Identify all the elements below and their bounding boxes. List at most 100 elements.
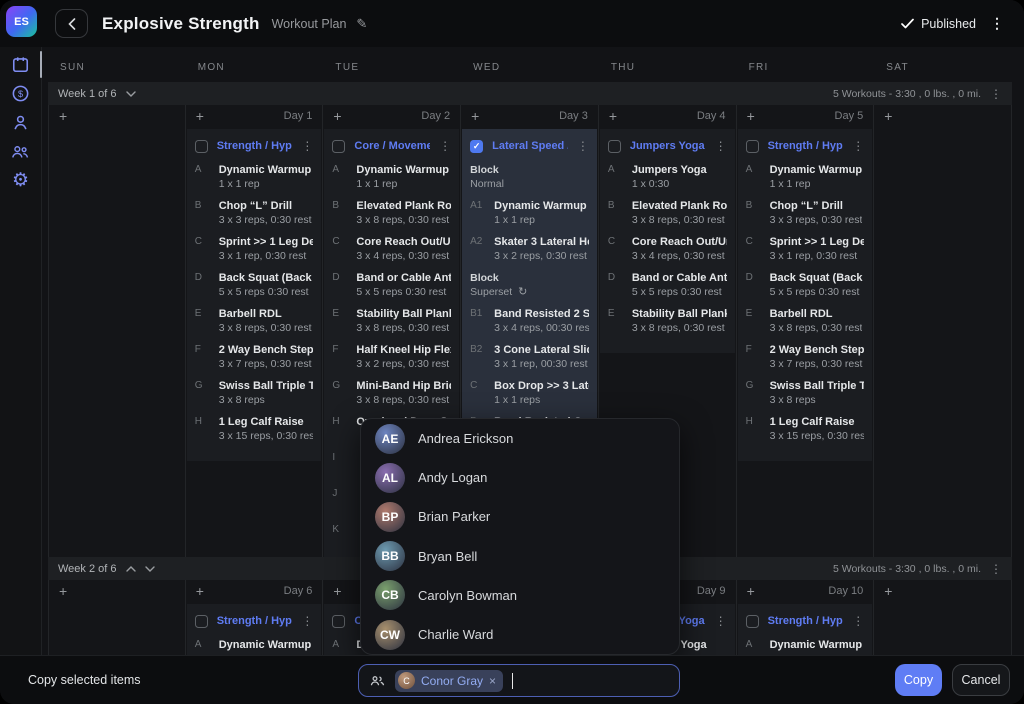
workout-menu-icon[interactable]: ⋮ [577, 139, 589, 153]
workout-menu-icon[interactable]: ⋮ [852, 139, 864, 153]
workout-menu-icon[interactable]: ⋮ [852, 614, 864, 628]
week-collapse-up-button[interactable] [126, 566, 136, 572]
week-label: Week 2 of 6 [58, 563, 117, 575]
calendar-icon [11, 55, 30, 74]
week-collapse-down-button[interactable] [145, 566, 155, 572]
athlete-list-item[interactable]: AEAndrea Erickson [361, 419, 679, 458]
workout-checkbox[interactable] [195, 140, 208, 153]
exercise-name: Stability Ball Plank Linear ... [632, 307, 727, 321]
text-cursor [512, 673, 513, 689]
add-workout-button[interactable]: + [59, 109, 67, 123]
sidebar-item-calendar[interactable] [8, 54, 34, 75]
workout-card[interactable]: ✓Lateral Speed / Plyo⋮BlockNormalA1Dynam… [462, 129, 597, 461]
cancel-button[interactable]: Cancel [952, 664, 1010, 696]
workout-card-header: Strength / Hypertro... ⋮ [746, 134, 865, 158]
workout-title[interactable]: Core / Movement Q... [354, 140, 430, 152]
workout-card[interactable]: Strength / Hypertro...⋮ADynamic Warmup1 … [738, 129, 873, 461]
workout-checkbox[interactable]: ✓ [470, 140, 483, 153]
exercise-detail: 3 x 3 reps, 0:30 rest [219, 213, 312, 228]
workout-menu-icon[interactable]: ⋮ [301, 139, 313, 153]
day-column-header: +Day 4 [599, 105, 736, 127]
exercise-tag: A [195, 638, 219, 655]
exercise-detail: 3 x 3 reps, 0:30 rest [770, 213, 863, 228]
add-workout-button[interactable]: + [609, 109, 617, 123]
exercise-tag: F [195, 343, 219, 372]
add-workout-button[interactable]: + [747, 109, 755, 123]
athlete-list-item[interactable]: CBCarolyn Bowman [361, 576, 679, 615]
workout-menu-icon[interactable]: ⋮ [439, 139, 451, 153]
exercise-row: B23 Cone Lateral Slide3 x 1 rep, 00:30 r… [470, 343, 589, 372]
workout-menu-icon[interactable]: ⋮ [301, 614, 313, 628]
athlete-list-item[interactable]: ALAndy Logan [361, 458, 679, 497]
add-workout-button[interactable]: + [196, 584, 204, 598]
exercise-tag: C [608, 235, 632, 264]
workout-title[interactable]: Strength / Hypertro... [217, 615, 293, 627]
athlete-list-item[interactable]: BBBryan Bell [361, 537, 679, 576]
workout-menu-icon[interactable]: ⋮ [715, 139, 727, 153]
sidebar-item-athletes[interactable] [8, 112, 34, 133]
copy-button[interactable]: Copy [895, 664, 942, 696]
add-workout-button[interactable]: + [333, 109, 341, 123]
app-logo[interactable]: ES [6, 6, 37, 37]
day-name-label: SUN [48, 62, 186, 73]
athlete-list-item[interactable]: CWCharlie Ward [361, 615, 679, 654]
back-button[interactable] [55, 9, 88, 38]
sidebar-item-settings[interactable]: ⚙ [8, 170, 34, 191]
add-workout-button[interactable]: + [59, 584, 67, 598]
publish-status[interactable]: Published [901, 17, 976, 31]
sidebar-item-teams[interactable] [8, 141, 34, 162]
workout-card[interactable]: Strength / Hypertro...⋮ADynamic Warmup1 … [738, 604, 873, 655]
avatar: AE [375, 424, 405, 454]
exercise-body: Chop “L” Drill3 x 3 reps, 0:30 rest [770, 199, 863, 228]
sidebar-item-billing[interactable]: $ [8, 83, 34, 104]
workout-title[interactable]: Jumpers Yoga / Core [630, 140, 706, 152]
week-collapse-down-button[interactable] [126, 91, 136, 97]
exercise-body: Swiss Ball Triple Threat3 x 8 reps [219, 379, 314, 408]
workout-checkbox[interactable] [746, 140, 759, 153]
header-menu-icon[interactable]: ⋮ [984, 15, 1010, 32]
workout-checkbox[interactable] [195, 615, 208, 628]
add-workout-button[interactable]: + [196, 109, 204, 123]
athlete-name: Carolyn Bowman [418, 588, 517, 603]
workout-card[interactable]: Strength / Hypertro...⋮ADynamic Warmup1 … [187, 604, 322, 655]
workout-title[interactable]: Strength / Hypertro... [768, 140, 844, 152]
workout-checkbox[interactable] [608, 140, 621, 153]
workout-checkbox[interactable] [332, 140, 345, 153]
add-workout-button[interactable]: + [884, 109, 892, 123]
edit-title-icon[interactable]: ✎ [356, 16, 367, 32]
workout-title[interactable]: Strength / Hypertro... [768, 615, 844, 627]
day-column-header: + [874, 105, 1011, 127]
workout-card[interactable]: Jumpers Yoga / Core⋮AJumpers Yoga1 x 0:3… [600, 129, 735, 353]
workout-card-header: Jumpers Yoga / Core ⋮ [608, 134, 727, 158]
week-menu-icon[interactable]: ⋮ [990, 562, 1002, 576]
exercise-body: Swiss Ball Triple Threat3 x 8 reps [770, 379, 865, 408]
exercise-tag: G [746, 379, 770, 408]
app-window: ES Explosive Strength Workout Plan ✎ Pub… [0, 0, 1024, 704]
assignee-input[interactable]: C Conor Gray × [358, 664, 680, 697]
page-subtitle: Workout Plan [272, 17, 347, 31]
exercise-name: Dynamic Warmup [770, 163, 863, 177]
person-icon [11, 113, 30, 132]
day-column-fri: +Day 10Strength / Hypertro...⋮ADynamic W… [737, 580, 875, 655]
add-workout-button[interactable]: + [333, 584, 341, 598]
workout-card[interactable]: Strength / Hypertro...⋮ADynamic Warmup1 … [187, 129, 322, 461]
workout-checkbox[interactable] [332, 615, 345, 628]
workout-checkbox[interactable] [746, 615, 759, 628]
exercise-detail: 3 x 8 reps, 0:30 rest [356, 393, 451, 408]
exercise-tag: H [332, 415, 356, 444]
workout-menu-icon[interactable]: ⋮ [715, 614, 727, 628]
workout-title[interactable]: Strength / Hypertro... [217, 140, 293, 152]
exercise-detail: 3 x 7 reps, 0:30 rest [219, 357, 314, 372]
exercise-detail: 3 x 15 reps, 0:30 rest [219, 429, 314, 444]
chip-remove-icon[interactable]: × [489, 674, 496, 688]
add-workout-button[interactable]: + [471, 109, 479, 123]
workout-title[interactable]: Lateral Speed / Plyo [492, 140, 568, 152]
add-workout-button[interactable]: + [747, 584, 755, 598]
athlete-list-item[interactable]: BPBrian Parker [361, 497, 679, 536]
exercise-row: DBack Squat (Back Off Set)5 x 5 reps 0:3… [746, 271, 865, 300]
assignee-chip[interactable]: C Conor Gray × [395, 670, 503, 692]
exercise-tag: H [195, 415, 219, 444]
exercise-tag: B [332, 199, 356, 228]
week-menu-icon[interactable]: ⋮ [990, 87, 1002, 101]
add-workout-button[interactable]: + [884, 584, 892, 598]
